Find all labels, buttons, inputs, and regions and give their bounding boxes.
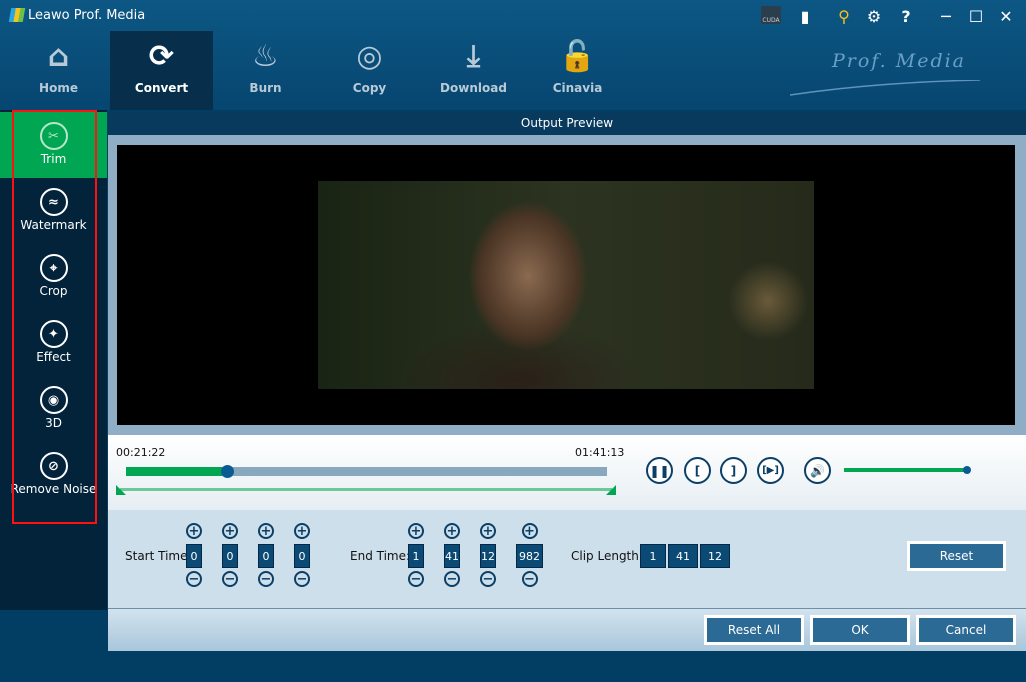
mark-out-button[interactable]: ]: [720, 457, 747, 484]
cuda-icon[interactable]: CUDA: [761, 6, 781, 24]
output-preview-title: Output Preview: [108, 112, 1026, 135]
nav-convert[interactable]: ⟳ Convert: [110, 31, 213, 110]
minus-icon[interactable]: −: [186, 571, 202, 587]
end-time-field[interactable]: 12: [480, 544, 496, 568]
trim-end-handle[interactable]: [606, 485, 616, 495]
plus-icon[interactable]: +: [408, 523, 424, 539]
nav-label: Copy: [352, 81, 387, 95]
volume-handle[interactable]: [963, 466, 971, 474]
minimize-icon[interactable]: ─: [936, 6, 956, 26]
pause-button[interactable]: ❚❚: [646, 457, 673, 484]
start-time-field[interactable]: 0: [258, 544, 274, 568]
copy-icon: ◎: [356, 38, 383, 74]
minus-icon[interactable]: −: [294, 571, 310, 587]
help-icon[interactable]: ?: [896, 6, 916, 26]
minus-icon[interactable]: −: [444, 571, 460, 587]
nav-cinavia[interactable]: 🔓 Cinavia: [526, 31, 629, 110]
clip-length-field[interactable]: 41: [668, 544, 698, 568]
plus-icon[interactable]: +: [480, 523, 496, 539]
end-time-field[interactable]: 41: [444, 544, 460, 568]
trim-range: [120, 488, 612, 491]
burn-icon: ♨: [252, 38, 279, 74]
download-icon: ⤓: [466, 38, 481, 74]
mark-in-button[interactable]: [: [684, 457, 711, 484]
start-time-field[interactable]: 0: [186, 544, 202, 568]
brand-swoosh: [790, 80, 980, 96]
seek-handle[interactable]: [221, 465, 234, 478]
cinavia-icon: 🔓: [558, 38, 597, 74]
nav-burn[interactable]: ♨ Burn: [214, 31, 317, 110]
app-title: Leawo Prof. Media: [28, 8, 146, 23]
maximize-icon[interactable]: ☐: [966, 6, 986, 26]
brand-logo: Prof. Media: [832, 50, 967, 72]
clip-length-field[interactable]: 12: [700, 544, 730, 568]
volume-icon[interactable]: 🔊: [804, 457, 831, 484]
end-time-field[interactable]: 982: [516, 544, 543, 568]
start-time-label: Start Time:: [125, 549, 192, 563]
highlight-box: [12, 110, 97, 524]
gear-icon[interactable]: ⚙: [864, 6, 884, 26]
trim-panel: [108, 510, 1026, 608]
key-icon[interactable]: ⚲: [834, 6, 854, 26]
plus-icon[interactable]: +: [186, 523, 202, 539]
ok-button[interactable]: OK: [810, 615, 910, 645]
plus-icon[interactable]: +: [521, 523, 538, 539]
volume-slider[interactable]: [844, 468, 967, 472]
end-time: 01:41:13: [575, 446, 625, 459]
nav-label: Download: [440, 81, 507, 95]
minus-icon[interactable]: −: [408, 571, 424, 587]
video-frame: [318, 181, 814, 389]
clip-length-field[interactable]: 1: [640, 544, 666, 568]
minus-icon[interactable]: −: [222, 571, 238, 587]
nav-copy[interactable]: ◎ Copy: [318, 31, 421, 110]
convert-icon: ⟳: [148, 38, 175, 74]
minus-icon[interactable]: −: [521, 571, 538, 587]
seek-progress: [126, 467, 227, 476]
close-icon[interactable]: ✕: [996, 6, 1016, 26]
clip-length-label: Clip Length:: [571, 549, 643, 563]
nav-label: Cinavia: [552, 81, 603, 95]
minus-icon[interactable]: −: [258, 571, 274, 587]
plus-icon[interactable]: +: [444, 523, 460, 539]
nav-label: Home: [39, 81, 78, 95]
start-time-field[interactable]: 0: [222, 544, 238, 568]
current-time: 00:21:22: [116, 446, 166, 459]
chat-icon[interactable]: ▮: [795, 6, 815, 26]
home-icon: ⌂: [47, 38, 70, 74]
reset-all-button[interactable]: Reset All: [704, 615, 804, 645]
cancel-button[interactable]: Cancel: [916, 615, 1016, 645]
end-time-field[interactable]: 1: [408, 544, 424, 568]
plus-icon[interactable]: +: [294, 523, 310, 539]
end-time-label: End Time:: [350, 549, 411, 563]
reset-button[interactable]: Reset: [907, 541, 1006, 571]
plus-icon[interactable]: +: [222, 523, 238, 539]
trim-start-handle[interactable]: [116, 485, 126, 495]
nav-label: Burn: [249, 81, 282, 95]
preview-clip-button[interactable]: [▶]: [757, 457, 784, 484]
plus-icon[interactable]: +: [258, 523, 274, 539]
nav-label: Convert: [134, 81, 189, 95]
app-logo: [8, 8, 26, 22]
nav-home[interactable]: ⌂ Home: [7, 31, 110, 110]
minus-icon[interactable]: −: [480, 571, 496, 587]
nav-download[interactable]: ⤓ Download: [422, 31, 525, 110]
start-time-field[interactable]: 0: [294, 544, 310, 568]
